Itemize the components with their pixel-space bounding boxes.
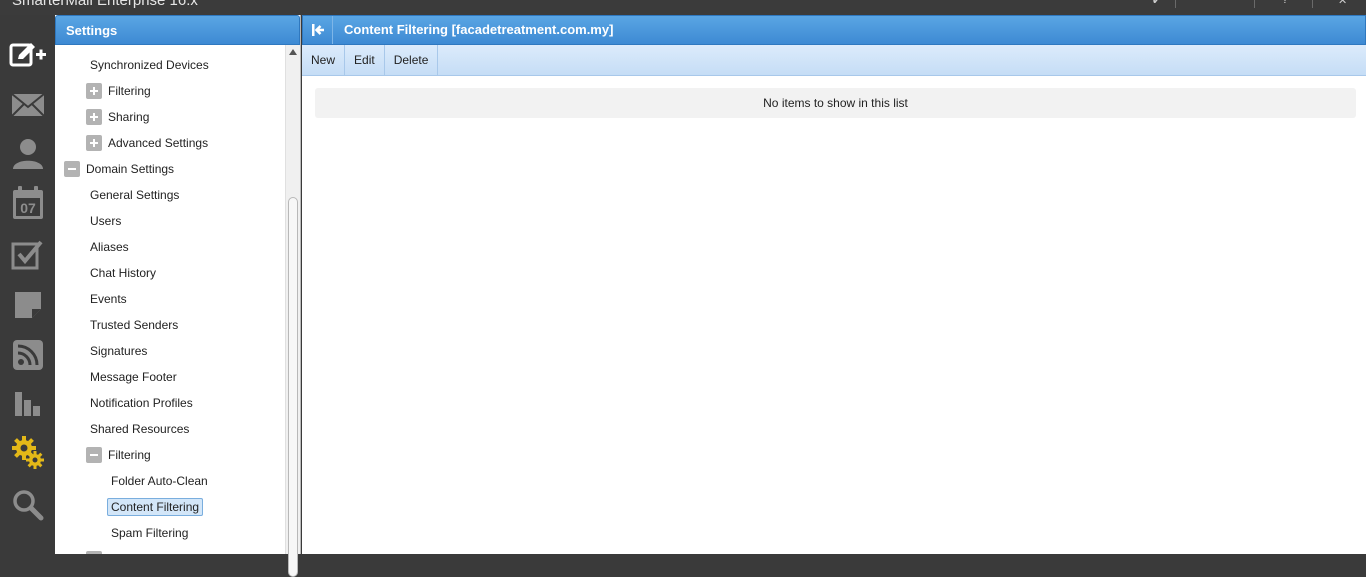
edit-button[interactable]: Edit xyxy=(345,45,385,75)
content-toolbar: New Edit Delete xyxy=(302,45,1366,76)
collapse-minus-icon[interactable] xyxy=(86,446,102,463)
calendar-icon[interactable]: 07 xyxy=(8,183,48,223)
compose-icon[interactable] xyxy=(8,35,48,75)
settings-panel: Settings Synchronized Devices Filtering Sh… xyxy=(55,15,301,577)
tree-item-label: Domain Settings xyxy=(86,161,175,176)
tree-item[interactable]: Advanced Settings xyxy=(86,546,208,554)
settings-gears-icon[interactable] xyxy=(8,433,48,473)
tree-item[interactable]: Spam Filtering xyxy=(111,520,188,544)
tree-item-label: Events xyxy=(90,291,127,306)
collapse-minus-icon[interactable] xyxy=(64,160,80,177)
tree-item[interactable]: Content Filtering xyxy=(107,494,204,518)
tree-item-label: Filtering xyxy=(108,447,151,462)
settings-panel-title: Settings xyxy=(55,15,300,45)
tree-item-label: Filtering xyxy=(108,83,151,98)
tree-item[interactable]: Trusted Senders xyxy=(90,312,178,336)
expand-plus-icon[interactable] xyxy=(86,134,102,151)
tree-item[interactable]: Events xyxy=(90,286,127,310)
tree-item-label: Sharing xyxy=(108,109,150,124)
tree-item-label: General Settings xyxy=(90,187,180,202)
content-header: Content Filtering [facadetreatment.com.m… xyxy=(302,15,1366,45)
mail-icon[interactable] xyxy=(8,85,48,125)
tree-item[interactable]: Notification Profiles xyxy=(90,390,193,414)
rss-feed-icon[interactable] xyxy=(8,335,48,375)
svg-text:07: 07 xyxy=(20,200,36,216)
window-title-bar: SmarterMail Enterprise 16.x ✔ ? ✕ xyxy=(0,0,1366,15)
tree-item[interactable]: Message Footer xyxy=(90,364,177,388)
tree-item-label: Message Footer xyxy=(90,369,177,384)
tree-item-label: Chat History xyxy=(90,265,157,280)
tree-item-label: Users xyxy=(90,213,122,228)
empty-list-message: No items to show in this list xyxy=(315,88,1356,118)
reports-icon[interactable] xyxy=(8,383,48,423)
tree-item-label: Trusted Senders xyxy=(90,317,179,332)
tree-item-label: Notification Profiles xyxy=(90,395,193,410)
scroll-up-arrow-icon[interactable] xyxy=(289,49,297,55)
status-icon[interactable]: ✔ xyxy=(1152,0,1161,7)
tree-item[interactable]: Aliases xyxy=(90,234,129,258)
tree-item[interactable]: Filtering xyxy=(86,442,151,466)
tree-item[interactable]: Synchronized Devices xyxy=(90,52,209,76)
settings-tree-scrollbar[interactable] xyxy=(285,45,300,577)
logout-icon[interactable]: ✕ xyxy=(1338,0,1347,7)
content-title: Content Filtering [facadetreatment.com.m… xyxy=(344,22,614,37)
tasks-icon[interactable] xyxy=(8,235,48,275)
tree-item[interactable]: Advanced Settings xyxy=(86,130,208,154)
tree-item[interactable]: Domain Settings xyxy=(64,156,174,180)
tree-item[interactable]: Sharing xyxy=(86,104,149,128)
help-icon[interactable]: ? xyxy=(1282,0,1288,6)
tree-item-label: Signatures xyxy=(90,343,148,358)
scrollbar-thumb[interactable] xyxy=(288,197,298,577)
tree-item[interactable]: Filtering xyxy=(86,78,151,102)
tree-item[interactable]: Chat History xyxy=(90,260,156,284)
collapse-panel-button[interactable] xyxy=(303,16,333,44)
tree-item-label: Synchronized Devices xyxy=(90,57,209,72)
expand-plus-icon[interactable] xyxy=(86,108,102,125)
tree-item[interactable]: Shared Resources xyxy=(90,416,189,440)
contacts-icon[interactable] xyxy=(8,133,48,173)
tree-item-label: Folder Auto-Clean xyxy=(111,473,208,488)
content-panel: Content Filtering [facadetreatment.com.m… xyxy=(302,15,1366,554)
tree-item[interactable]: Folder Auto-Clean xyxy=(111,468,208,492)
tree-item-label: Shared Resources xyxy=(90,421,190,436)
tree-item[interactable]: Signatures xyxy=(90,338,147,362)
tree-item[interactable]: General Settings xyxy=(90,182,179,206)
tree-item[interactable]: Users xyxy=(90,208,121,232)
app-title: SmarterMail Enterprise 16.x xyxy=(12,0,198,9)
tree-item-label: Content Filtering xyxy=(107,497,204,516)
search-icon[interactable] xyxy=(8,485,48,525)
tree-item-label: Advanced Settings xyxy=(108,135,209,150)
delete-button[interactable]: Delete xyxy=(385,45,439,75)
expand-plus-icon[interactable] xyxy=(86,82,102,99)
navigation-icon-bar: 07 xyxy=(0,15,55,554)
tree-item-label: Aliases xyxy=(90,239,129,254)
settings-tree: Synchronized Devices Filtering Sharing Adva… xyxy=(55,45,286,554)
tree-item-label: Spam Filtering xyxy=(111,525,189,540)
collapse-left-icon xyxy=(311,24,324,36)
new-button[interactable]: New xyxy=(302,45,346,75)
notes-icon[interactable] xyxy=(8,285,48,325)
